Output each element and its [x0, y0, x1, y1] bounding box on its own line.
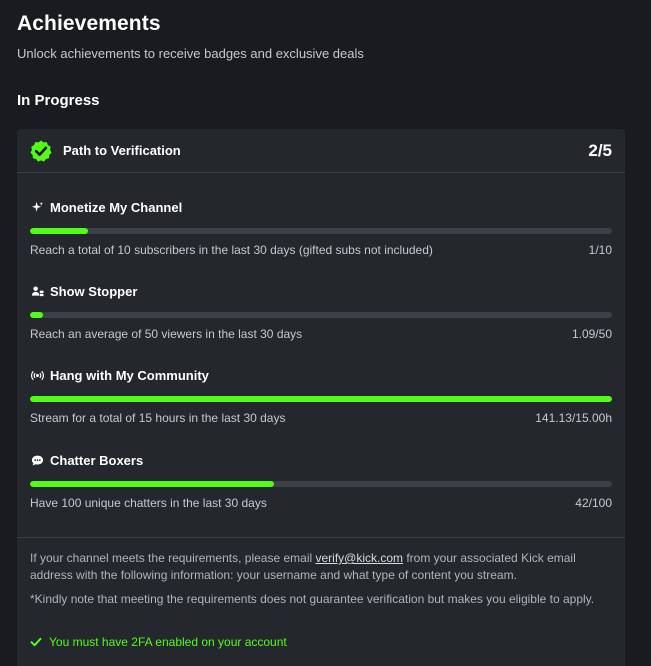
achievement-count: 2/5 — [588, 141, 612, 160]
progress-fill — [30, 396, 612, 402]
twofa-text: You must have 2FA enabled on your accoun… — [49, 635, 287, 649]
achievement-card-header: Path to Verification 2/5 — [17, 129, 625, 173]
verify-email-link[interactable]: verify@kick.com — [315, 551, 403, 565]
task-monetize-my-channel: Monetize My Channel Reach a total of 10 … — [30, 198, 612, 268]
verified-badge-icon — [30, 140, 52, 162]
chat-bubble-icon — [30, 453, 44, 467]
task-name: Monetize My Channel — [50, 199, 183, 215]
task-name: Show Stopper — [50, 283, 138, 299]
twofa-requirement: You must have 2FA enabled on your accoun… — [30, 635, 287, 649]
task-description: Reach a total of 10 subscribers in the l… — [30, 243, 433, 257]
task-name: Chatter Boxers — [50, 452, 144, 468]
task-progress-text: 1/10 — [588, 243, 612, 257]
page-title: Achievements — [17, 12, 161, 35]
task-progress-text: 1.09/50 — [571, 327, 612, 341]
broadcast-icon — [30, 368, 44, 382]
progress-bar — [30, 228, 612, 234]
achievement-title: Path to Verification — [63, 143, 181, 158]
progress-fill — [30, 228, 89, 234]
verification-note: *Kindly note that meeting the requiremen… — [30, 592, 595, 606]
verification-info: If your channel meets the requirements, … — [30, 550, 610, 584]
task-progress-text: 141.13/15.00h — [535, 411, 612, 425]
page-subtitle: Unlock achievements to receive badges an… — [17, 46, 364, 61]
task-chatter-boxers: Chatter Boxers Have 100 unique chatters … — [30, 451, 612, 521]
achievement-card: Path to Verification 2/5 Monetize My Cha… — [17, 129, 625, 666]
progress-bar — [30, 396, 612, 402]
task-show-stopper: Show Stopper Reach an average of 50 view… — [30, 282, 612, 352]
check-icon — [30, 637, 42, 647]
progress-bar — [30, 481, 612, 487]
task-name: Hang with My Community — [50, 367, 209, 383]
verification-footer: If your channel meets the requirements, … — [17, 537, 625, 666]
progress-fill — [30, 312, 43, 318]
info-text-before: If your channel meets the requirements, … — [30, 551, 316, 565]
viewers-icon — [30, 284, 44, 298]
progress-bar — [30, 312, 612, 318]
task-description: Have 100 unique chatters in the last 30 … — [30, 496, 267, 510]
achievements-page: Achievements Unlock achievements to rece… — [0, 0, 651, 666]
sparkle-icon — [30, 200, 44, 214]
task-progress-text: 42/100 — [575, 496, 612, 510]
task-description: Stream for a total of 15 hours in the la… — [30, 411, 286, 425]
progress-fill — [30, 481, 275, 487]
section-title-in-progress: In Progress — [17, 92, 100, 109]
task-description: Reach an average of 50 viewers in the la… — [30, 327, 303, 341]
task-hang-with-my-community: Hang with My Community Stream for a tota… — [30, 366, 612, 436]
